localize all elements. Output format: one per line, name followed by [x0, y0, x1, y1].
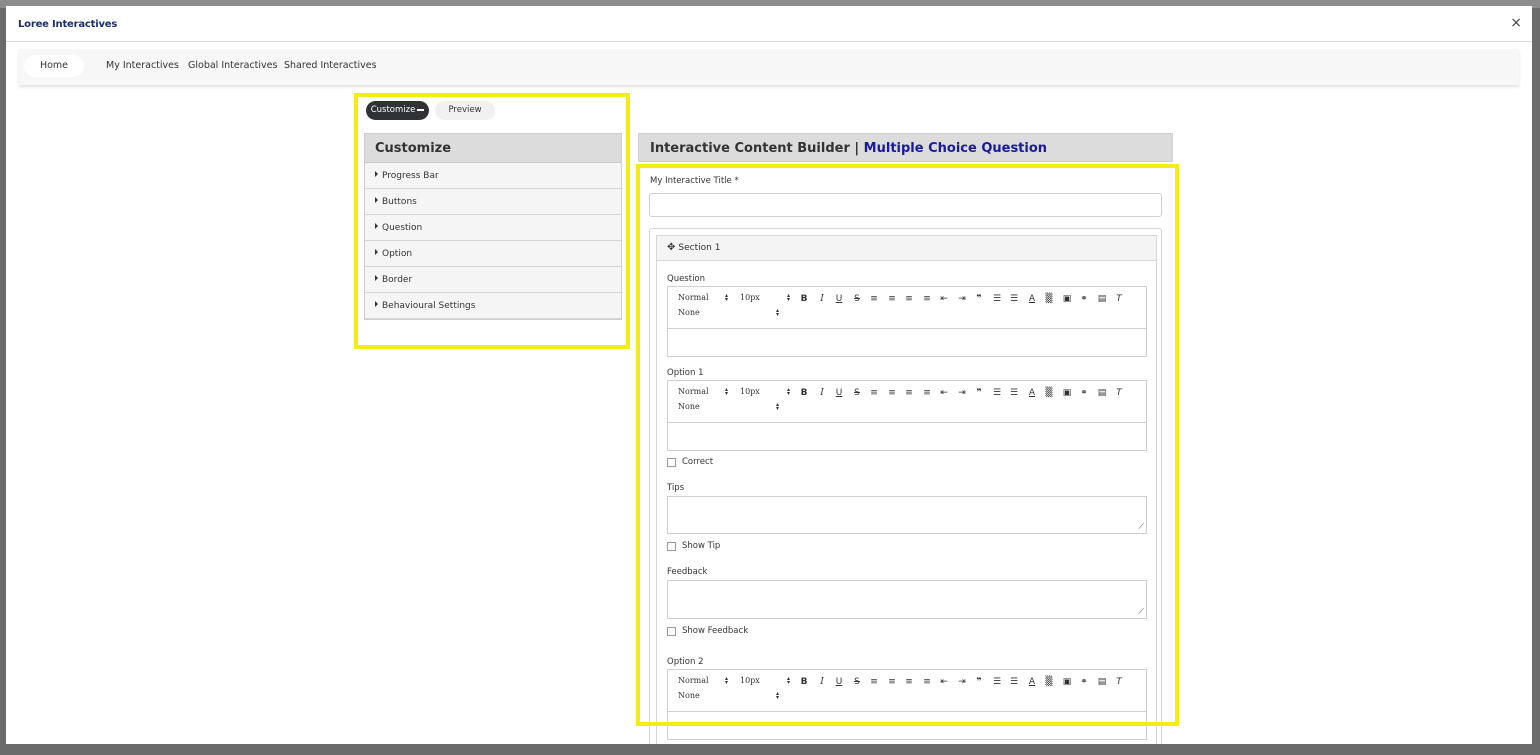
minus-icon	[417, 108, 425, 111]
builder-header: Interactive Content Builder | Multiple C…	[638, 133, 1173, 162]
accordion-progress-bar[interactable]: Progress Bar	[365, 163, 621, 189]
builder-subtitle: Multiple Choice Question	[863, 141, 1048, 156]
caret-right-icon	[375, 301, 378, 307]
accordion-question[interactable]: Question	[365, 215, 621, 241]
caret-right-icon	[375, 223, 378, 229]
builder-title: Interactive Content Builder |	[650, 141, 860, 156]
customize-panel-title: Customize	[365, 134, 621, 163]
accordion-option[interactable]: Option	[365, 241, 621, 267]
accordion-label: Border	[382, 275, 413, 285]
accordion-behavioural-settings[interactable]: Behavioural Settings	[365, 293, 621, 319]
modal-dialog: Loree Interactives × Home My Interactive…	[6, 6, 1532, 744]
nav-my-interactives[interactable]: My Interactives	[99, 55, 186, 77]
accordion-buttons[interactable]: Buttons	[365, 189, 621, 215]
modal-header: Loree Interactives ×	[6, 6, 1532, 42]
nav-global-interactives[interactable]: Global Interactives	[181, 55, 284, 77]
caret-right-icon	[375, 171, 378, 177]
accordion-border[interactable]: Border	[365, 267, 621, 293]
caret-right-icon	[375, 249, 378, 255]
customize-panel: Customize Progress Bar Buttons Question …	[364, 133, 622, 320]
caret-right-icon	[375, 275, 378, 281]
accordion-label: Behavioural Settings	[382, 301, 476, 311]
modal-title: Loree Interactives	[18, 19, 118, 30]
top-navigation: Home My Interactives Global Interactives…	[19, 49, 1519, 85]
tab-preview[interactable]: Preview	[435, 101, 495, 120]
tab-customize-label: Customize	[370, 105, 416, 115]
tab-customize[interactable]: Customize	[366, 101, 429, 120]
accordion-label: Question	[382, 223, 423, 233]
close-icon[interactable]: ×	[1510, 16, 1522, 30]
nav-shared-interactives[interactable]: Shared Interactives	[277, 55, 384, 77]
nav-home[interactable]: Home	[24, 55, 84, 77]
accordion-label: Progress Bar	[382, 171, 439, 181]
builder-highlight	[636, 164, 1179, 726]
accordion-label: Option	[382, 249, 413, 259]
caret-right-icon	[375, 197, 378, 203]
accordion-label: Buttons	[382, 197, 417, 207]
